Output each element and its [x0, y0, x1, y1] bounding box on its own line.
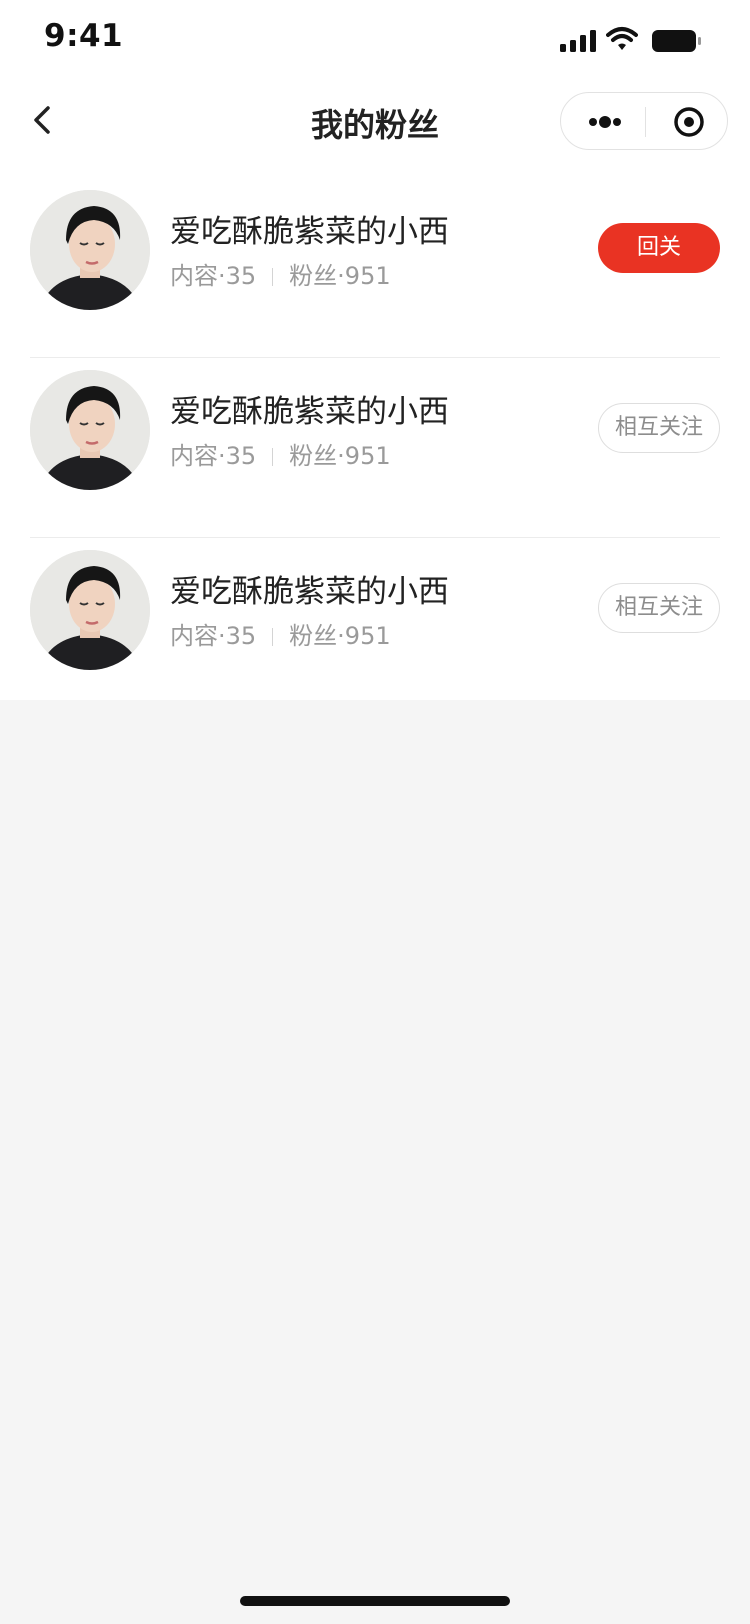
fan-stats: 内容·35 粉丝·951: [170, 436, 391, 471]
capsule-divider: [645, 107, 646, 137]
fan-stats: 内容·35 粉丝·951: [170, 616, 391, 651]
avatar[interactable]: [30, 190, 150, 310]
content-count: 内容·35: [170, 262, 257, 290]
fan-stats: 内容·35 粉丝·951: [170, 256, 391, 291]
content-count: 内容·35: [170, 442, 257, 470]
signal-icon: [560, 30, 596, 52]
fan-name: 爱吃酥脆紫菜的小西: [170, 394, 449, 430]
home-indicator: [240, 1596, 510, 1606]
wifi-icon: [606, 27, 638, 50]
follow-back-button[interactable]: 回关: [598, 223, 720, 273]
stats-divider: [272, 268, 274, 286]
stats-divider: [272, 448, 274, 466]
fans-count: 粉丝·951: [289, 262, 391, 290]
nav-bar: 我的粉丝: [0, 84, 750, 156]
fans-count: 粉丝·951: [289, 622, 391, 650]
fan-name: 爱吃酥脆紫菜的小西: [170, 214, 449, 250]
more-dots-icon[interactable]: [573, 102, 637, 142]
battery-icon: [652, 30, 701, 52]
avatar[interactable]: [30, 550, 150, 670]
mini-program-capsule: [560, 92, 728, 150]
fan-row[interactable]: 爱吃酥脆紫菜的小西 内容·35 粉丝·951 相互关注: [0, 538, 750, 718]
avatar[interactable]: [30, 370, 150, 490]
fan-row[interactable]: 爱吃酥脆紫菜的小西 内容·35 粉丝·951 相互关注: [0, 358, 750, 538]
status-bar: 9:41: [0, 0, 750, 80]
fan-row[interactable]: 爱吃酥脆紫菜的小西 内容·35 粉丝·951 回关: [0, 178, 750, 358]
fan-name: 爱吃酥脆紫菜的小西: [170, 574, 449, 610]
fans-count: 粉丝·951: [289, 442, 391, 470]
mutual-follow-button[interactable]: 相互关注: [598, 403, 720, 453]
fan-list: 爱吃酥脆紫菜的小西 内容·35 粉丝·951 回关 爱吃酥脆紫菜的小西 内容·35…: [0, 178, 750, 718]
target-close-icon[interactable]: [657, 102, 721, 142]
mutual-follow-button[interactable]: 相互关注: [598, 583, 720, 633]
stats-divider: [272, 628, 274, 646]
content-count: 内容·35: [170, 622, 257, 650]
status-time: 9:41: [44, 18, 124, 54]
